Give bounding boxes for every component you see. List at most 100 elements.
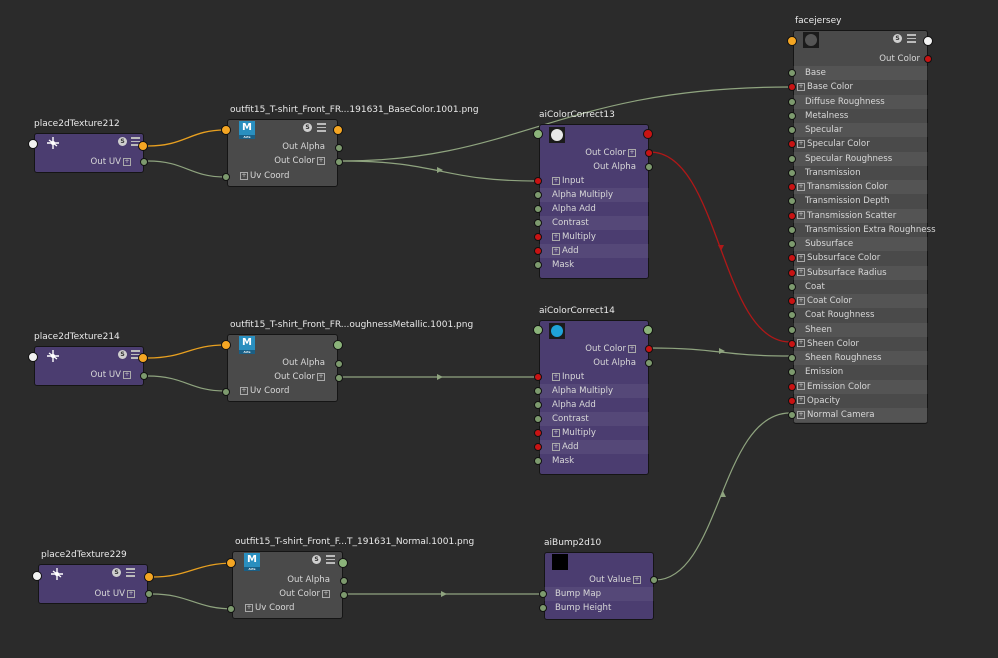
- out-alpha-port[interactable]: [335, 360, 343, 368]
- expand-icon[interactable]: +: [123, 157, 131, 166]
- expand-icon[interactable]: +: [797, 339, 805, 348]
- face-attr-port[interactable]: [788, 339, 796, 348]
- input-in-port[interactable]: [534, 373, 542, 381]
- output-port[interactable]: [144, 572, 154, 582]
- uv-coord-port[interactable]: [227, 605, 235, 613]
- face-attr-port[interactable]: [788, 225, 796, 234]
- face-attr-port[interactable]: [788, 411, 796, 419]
- contrast-port[interactable]: [534, 219, 542, 227]
- out-color-port[interactable]: [335, 374, 343, 382]
- face-attr-port[interactable]: [788, 396, 796, 405]
- expand-icon[interactable]: +: [123, 370, 131, 379]
- expand-icon[interactable]: +: [552, 442, 560, 451]
- face-attr-port[interactable]: [788, 211, 796, 220]
- out-uv-port[interactable]: [140, 158, 148, 166]
- input-port[interactable]: [533, 325, 543, 335]
- out-uv-port[interactable]: [140, 372, 148, 380]
- output-port[interactable]: [333, 340, 343, 350]
- alpha-multiply-port[interactable]: [534, 387, 542, 395]
- layout-toggle-icon[interactable]: [907, 34, 916, 43]
- expand-icon[interactable]: +: [628, 148, 636, 157]
- expand-icon[interactable]: +: [797, 139, 805, 148]
- input-port[interactable]: [32, 571, 42, 581]
- add-port[interactable]: [534, 443, 542, 451]
- face-attr-port[interactable]: [788, 154, 796, 163]
- alpha-multiply-port[interactable]: [534, 191, 542, 199]
- expand-icon[interactable]: +: [240, 386, 248, 395]
- color-correct-14-node[interactable]: aiColorCorrect14 Out Color + Out Alpha + I…: [533, 306, 653, 475]
- face-attr-port[interactable]: [788, 183, 796, 191]
- input-port[interactable]: [221, 125, 231, 135]
- input-port[interactable]: [226, 558, 236, 568]
- expand-icon[interactable]: +: [797, 382, 805, 390]
- out-color-port[interactable]: [645, 345, 653, 353]
- multiply-port[interactable]: [534, 233, 542, 241]
- expand-icon[interactable]: +: [552, 176, 560, 185]
- bump-height-port[interactable]: [539, 604, 547, 612]
- out-alpha-port[interactable]: [645, 163, 653, 171]
- mask-port[interactable]: [534, 261, 542, 269]
- expand-icon[interactable]: +: [552, 232, 560, 241]
- out-alpha-port[interactable]: [335, 144, 343, 152]
- uv-coord-port[interactable]: [222, 173, 230, 181]
- expand-icon[interactable]: +: [552, 246, 560, 255]
- input-port[interactable]: [28, 139, 38, 149]
- output-port[interactable]: [643, 129, 653, 139]
- file-texture-roughness-metallic-node[interactable]: outfit15_T-shirt_Front_FR...oughnessMeta…: [221, 320, 473, 402]
- out-alpha-port[interactable]: [340, 577, 348, 585]
- face-attr-port[interactable]: [788, 297, 796, 305]
- face-attr-port[interactable]: [788, 268, 796, 277]
- bump-map-port[interactable]: [539, 590, 547, 598]
- face-attr-port[interactable]: [788, 325, 796, 334]
- face-attr-port[interactable]: [788, 69, 796, 77]
- expand-icon[interactable]: +: [797, 182, 805, 191]
- solo-icon[interactable]: S: [893, 34, 902, 43]
- out-color-port[interactable]: [645, 149, 653, 157]
- mask-port[interactable]: [534, 457, 542, 465]
- layout-toggle-icon[interactable]: [317, 123, 326, 132]
- alpha-add-port[interactable]: [534, 205, 542, 213]
- solo-icon[interactable]: S: [118, 137, 127, 146]
- expand-icon[interactable]: +: [797, 253, 805, 262]
- expand-icon[interactable]: +: [797, 396, 805, 405]
- expand-icon[interactable]: +: [797, 82, 805, 91]
- file-texture-basecolor-node[interactable]: outfit15_T-shirt_Front_FR...191631_BaseC…: [221, 105, 479, 187]
- out-color-port[interactable]: [335, 158, 343, 166]
- color-correct-13-node[interactable]: aiColorCorrect13 Out Color + Out Alpha + I…: [533, 110, 653, 279]
- expand-icon[interactable]: +: [552, 372, 560, 381]
- expand-icon[interactable]: +: [245, 603, 253, 612]
- add-port[interactable]: [534, 247, 542, 255]
- face-attr-port[interactable]: [788, 354, 796, 362]
- place2d-texture-229-node[interactable]: place2dTexture229 S Out UV +: [32, 550, 154, 604]
- out-color-port[interactable]: [340, 591, 348, 599]
- expand-icon[interactable]: +: [797, 410, 805, 419]
- expand-icon[interactable]: +: [317, 372, 325, 381]
- expand-icon[interactable]: +: [797, 268, 805, 276]
- expand-icon[interactable]: +: [628, 344, 636, 353]
- file-texture-normal-node[interactable]: outfit15_T-shirt_Front_F...T_191631_Norm…: [226, 537, 474, 619]
- alpha-add-port[interactable]: [534, 401, 542, 409]
- input-port[interactable]: [533, 129, 543, 139]
- face-attr-port[interactable]: [788, 240, 796, 248]
- face-attr-port[interactable]: [788, 282, 796, 291]
- expand-icon[interactable]: +: [317, 156, 325, 165]
- output-port[interactable]: [923, 36, 933, 46]
- expand-icon[interactable]: +: [127, 589, 135, 598]
- uv-coord-port[interactable]: [222, 388, 230, 396]
- out-value-port[interactable]: [650, 576, 658, 584]
- output-port[interactable]: [643, 325, 653, 335]
- expand-icon[interactable]: +: [240, 171, 248, 180]
- solo-icon[interactable]: S: [312, 555, 321, 564]
- layout-toggle-icon[interactable]: [126, 568, 135, 577]
- out-alpha-port[interactable]: [645, 359, 653, 367]
- face-attr-port[interactable]: [788, 97, 796, 106]
- place2d-texture-214-node[interactable]: place2dTexture214 S Out UV +: [28, 332, 148, 386]
- input-port[interactable]: [787, 36, 797, 46]
- place2d-texture-212-node[interactable]: place2dTexture212 S Out UV +: [28, 119, 148, 173]
- expand-icon[interactable]: +: [322, 589, 330, 598]
- output-port[interactable]: [138, 141, 148, 151]
- multiply-port[interactable]: [534, 429, 542, 437]
- solo-icon[interactable]: S: [303, 123, 312, 132]
- output-port[interactable]: [333, 125, 343, 135]
- face-attr-port[interactable]: [788, 111, 796, 120]
